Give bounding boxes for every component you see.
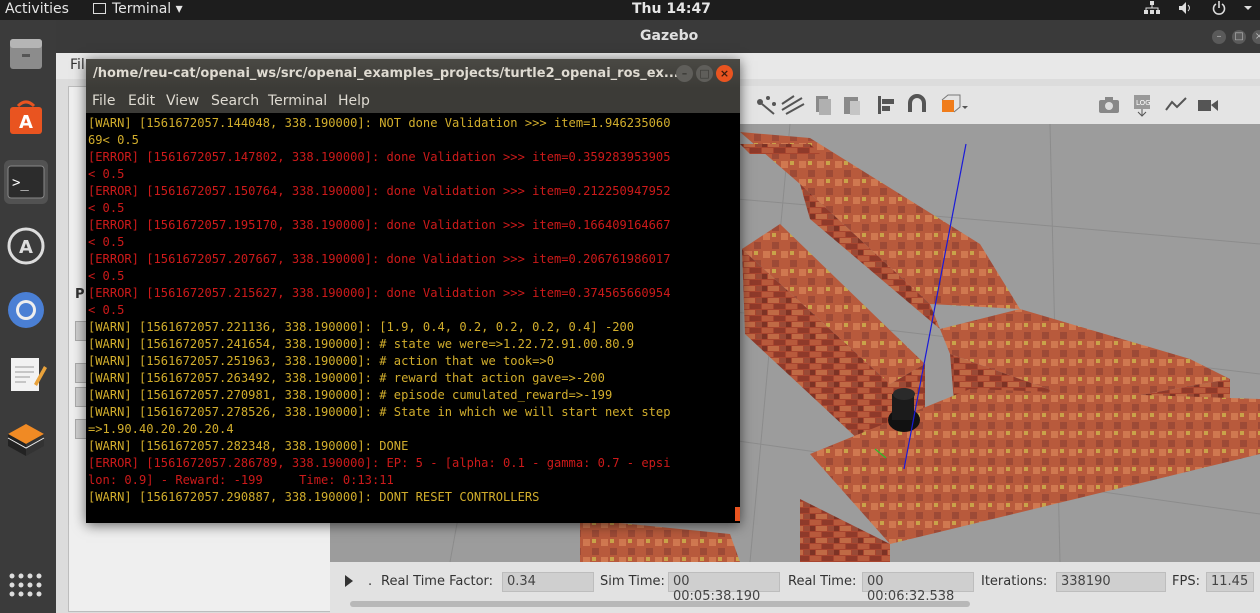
software-center-icon[interactable]: A bbox=[4, 96, 48, 140]
terminal-menu-file[interactable]: File bbox=[92, 93, 115, 109]
terminal-scroll-marker bbox=[735, 507, 740, 521]
terminal-minimize-button[interactable]: – bbox=[676, 65, 693, 82]
terminal-menu-view[interactable]: View bbox=[166, 93, 199, 109]
terminal-menu-search[interactable]: Search bbox=[211, 93, 259, 109]
iterations-value: 338190 bbox=[1056, 572, 1166, 592]
view-angle-icon[interactable] bbox=[938, 94, 968, 116]
scale-icon[interactable] bbox=[780, 94, 806, 116]
log-icon[interactable]: LOG bbox=[1132, 94, 1154, 118]
terminal-close-button[interactable]: × bbox=[716, 65, 733, 82]
text-editor-icon[interactable] bbox=[4, 352, 48, 396]
chevron-down-icon bbox=[1244, 6, 1252, 10]
terminal-line: [WARN] [1561672057.263492, 338.190000]: … bbox=[88, 371, 605, 385]
terminal-line: < 0.5 bbox=[88, 269, 125, 283]
terminal-maximize-button[interactable]: □ bbox=[696, 65, 713, 82]
power-icon bbox=[1212, 1, 1226, 15]
real-time-value: 00 00:06:32.538 bbox=[862, 572, 974, 604]
screenshot-icon[interactable] bbox=[1098, 94, 1120, 116]
terminal-line: 69< 0.5 bbox=[88, 133, 139, 147]
terminal-line: lon: 0.9] - Reward: -199 Time: 0:13:11 bbox=[88, 473, 394, 487]
terminal-titlebar[interactable]: /home/reu-cat/openai_ws/src/openai_examp… bbox=[86, 59, 740, 88]
record-video-icon[interactable] bbox=[1196, 94, 1220, 116]
copy-icon[interactable] bbox=[814, 94, 832, 116]
close-button[interactable]: × bbox=[1252, 30, 1260, 44]
terminal-menu-help[interactable]: Help bbox=[338, 93, 370, 109]
terminal-line: < 0.5 bbox=[88, 235, 125, 249]
gazebo-titlebar[interactable]: Gazebo – □ × bbox=[56, 20, 1260, 53]
apps-grid-icon[interactable] bbox=[8, 572, 42, 606]
terminal-line: [ERROR] [1561672057.150764, 338.190000]:… bbox=[88, 184, 671, 198]
terminal-lines: [WARN] [1561672057.144048, 338.190000]: … bbox=[88, 115, 732, 506]
iterations-label: Iterations: bbox=[981, 574, 1048, 589]
volume-icon bbox=[1178, 2, 1190, 14]
terminal-line: [ERROR] [1561672057.207667, 338.190000]:… bbox=[88, 252, 671, 266]
scrollbar-thumb[interactable] bbox=[350, 601, 970, 607]
real-time-label: Real Time: bbox=[788, 574, 857, 589]
rtf-value: 0.34 bbox=[502, 572, 594, 592]
terminal-line: < 0.5 bbox=[88, 303, 125, 317]
sim-time-value: 00 00:05:38.190 bbox=[668, 572, 780, 604]
sim-time-label: Sim Time: bbox=[600, 574, 665, 589]
terminal-menubar: File Edit View Search Terminal Help bbox=[86, 88, 740, 113]
svg-text:A: A bbox=[19, 112, 33, 133]
terminal-icon[interactable]: >_ bbox=[4, 160, 48, 204]
terminal-line: [ERROR] [1561672057.195170, 338.190000]:… bbox=[88, 218, 671, 232]
dock: A >_ A bbox=[0, 20, 56, 613]
magnet-icon[interactable] bbox=[906, 94, 928, 116]
terminal-line: [WARN] [1561672057.241654, 338.190000]: … bbox=[88, 337, 635, 351]
gazebo-toolbar: LOG bbox=[740, 86, 1260, 125]
svg-text:LOG: LOG bbox=[1136, 99, 1151, 107]
gazebo-statusbar: . Real Time Factor: 0.34 Sim Time: 00 00… bbox=[330, 562, 1260, 613]
top-bar: Activities Terminal ▾ Thu 14:47 bbox=[0, 0, 1260, 20]
terminal-menu-edit[interactable]: Edit bbox=[128, 93, 155, 109]
gazebo-title: Gazebo bbox=[640, 28, 699, 44]
translate-icon[interactable] bbox=[752, 94, 778, 116]
package-icon[interactable] bbox=[4, 416, 48, 460]
files-icon[interactable] bbox=[4, 32, 48, 76]
activities-button[interactable]: Activities bbox=[5, 1, 69, 17]
software-updater-icon[interactable]: A bbox=[4, 224, 48, 268]
svg-text:>_: >_ bbox=[12, 175, 29, 191]
fps-value: 11.45 bbox=[1206, 572, 1254, 592]
app-menu-label: Terminal ▾ bbox=[112, 1, 183, 17]
terminal-menu-terminal[interactable]: Terminal bbox=[268, 93, 327, 109]
terminal-line: [WARN] [1561672057.144048, 338.190000]: … bbox=[88, 116, 671, 130]
system-tray[interactable] bbox=[1143, 1, 1252, 17]
play-icon[interactable] bbox=[344, 574, 354, 588]
plot-icon[interactable] bbox=[1164, 94, 1188, 116]
paste-icon[interactable] bbox=[842, 94, 862, 116]
terminal-line: [ERROR] [1561672057.286789, 338.190000]:… bbox=[88, 456, 671, 470]
terminal-line: < 0.5 bbox=[88, 167, 125, 181]
horizontal-scrollbar[interactable] bbox=[330, 599, 1260, 609]
terminal-line: [ERROR] [1561672057.147802, 338.190000]:… bbox=[88, 150, 671, 164]
rtf-label: Real Time Factor: bbox=[381, 574, 494, 589]
maximize-button[interactable]: □ bbox=[1232, 30, 1246, 44]
chromium-icon[interactable] bbox=[4, 288, 48, 332]
network-icon bbox=[1143, 1, 1160, 14]
terminal-line: < 0.5 bbox=[88, 201, 125, 215]
clock[interactable]: Thu 14:47 bbox=[632, 1, 711, 17]
terminal-window: /home/reu-cat/openai_ws/src/openai_examp… bbox=[86, 59, 740, 523]
left-panel-tab[interactable]: P bbox=[75, 287, 85, 302]
terminal-line: [WARN] [1561672057.270981, 338.190000]: … bbox=[88, 388, 613, 402]
terminal-line: [WARN] [1561672057.221136, 338.190000]: … bbox=[88, 320, 635, 334]
terminal-line: [WARN] [1561672057.278526, 338.190000]: … bbox=[88, 405, 671, 419]
menu-file[interactable]: Fil bbox=[70, 57, 85, 73]
align-icon[interactable] bbox=[876, 94, 898, 116]
rtf-label: . bbox=[368, 574, 373, 589]
terminal-title: /home/reu-cat/openai_ws/src/openai_examp… bbox=[93, 66, 679, 81]
terminal-line: [ERROR] [1561672057.215627, 338.190000]:… bbox=[88, 286, 671, 300]
app-menu[interactable]: Terminal ▾ bbox=[93, 1, 183, 17]
terminal-small-icon bbox=[93, 3, 106, 14]
fps-label: FPS: bbox=[1172, 574, 1200, 589]
minimize-button[interactable]: – bbox=[1212, 30, 1226, 44]
terminal-output[interactable]: [WARN] [1561672057.144048, 338.190000]: … bbox=[86, 113, 740, 523]
svg-text:A: A bbox=[19, 237, 33, 258]
terminal-line: [WARN] [1561672057.251963, 338.190000]: … bbox=[88, 354, 554, 368]
terminal-line: =>1.90.40.20.20.20.4 bbox=[88, 422, 234, 436]
terminal-line: [WARN] [1561672057.290887, 338.190000]: … bbox=[88, 490, 540, 504]
terminal-line: [WARN] [1561672057.282348, 338.190000]: … bbox=[88, 439, 409, 453]
